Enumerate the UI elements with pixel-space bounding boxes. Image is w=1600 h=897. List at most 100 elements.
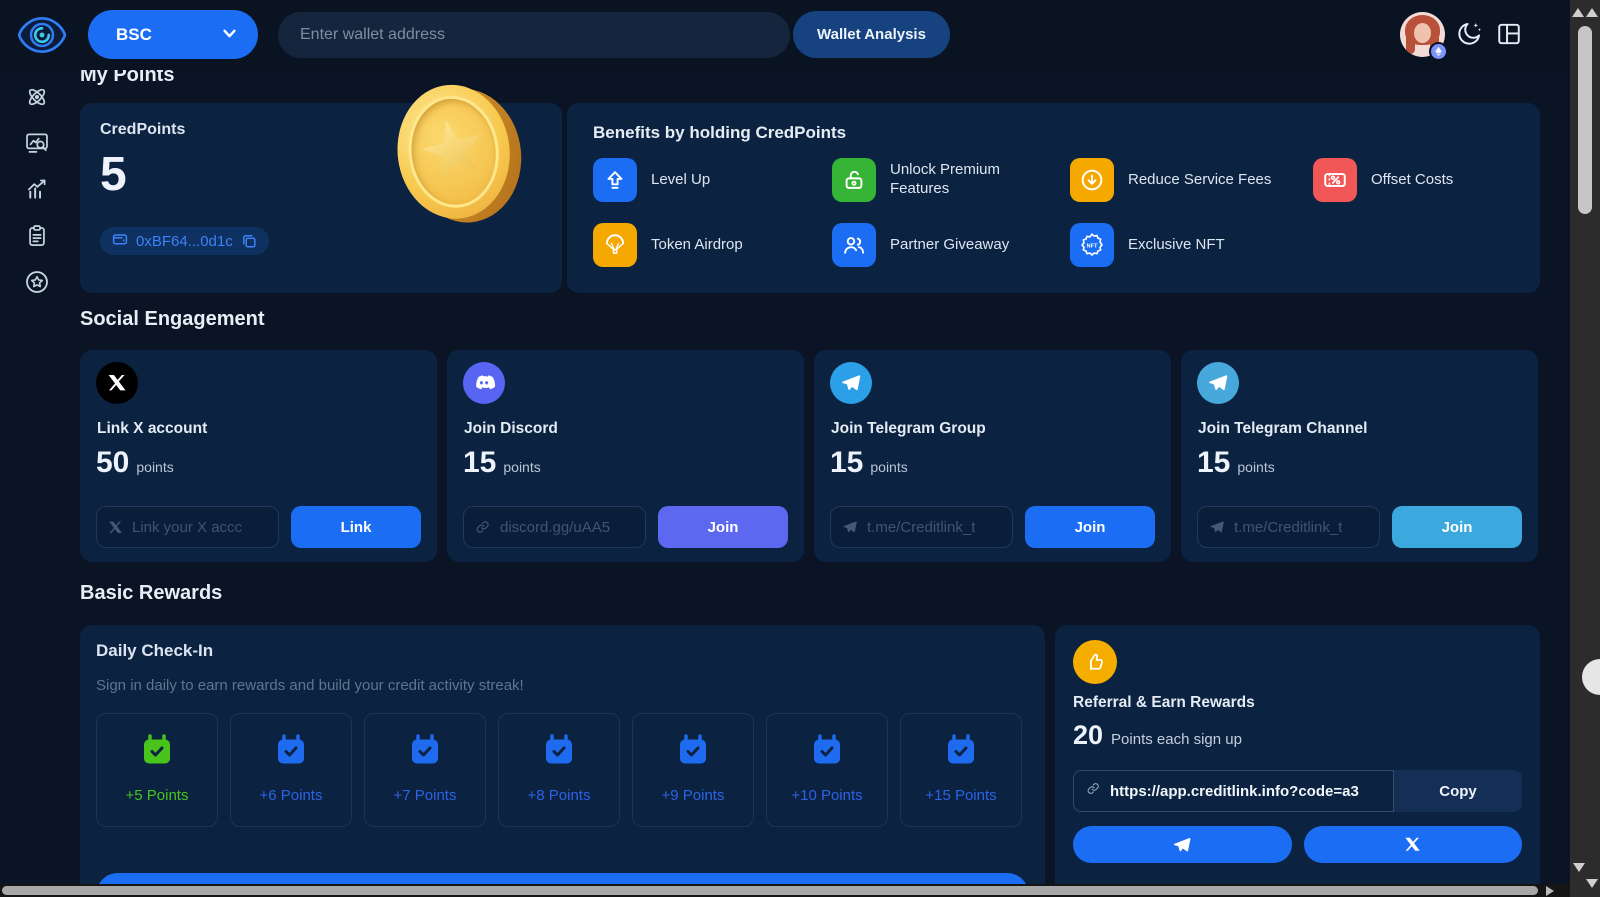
vertical-scroll-thumb[interactable] [1578, 26, 1592, 214]
social-card-telegram-channel: Join Telegram Channel 15 points t.me/Cre… [1181, 350, 1538, 562]
wallet-address-input[interactable] [278, 12, 790, 58]
layout-grid-icon [1496, 21, 1522, 47]
wallet-icon [112, 231, 128, 252]
basic-rewards-heading: Basic Rewards [80, 582, 222, 605]
benefit-reduce-fees: Reduce Service Fees [1070, 157, 1313, 203]
benefit-exclusive-nft: NFT Exclusive NFT [1070, 222, 1313, 268]
sidebar-item-reports[interactable] [24, 223, 50, 249]
calendar-check-icon [541, 733, 577, 774]
telegram-logo-icon [830, 362, 872, 404]
people-icon [832, 223, 876, 267]
topbar: BSC Wallet Analysis [0, 0, 1600, 70]
sidebar-item-points[interactable] [24, 269, 50, 295]
join-telegram-channel-button[interactable]: Join [1392, 506, 1522, 548]
credpoints-label: CredPoints [100, 121, 185, 139]
referral-title: Referral & Earn Rewards [1073, 694, 1255, 712]
credpoints-coin-image [391, 78, 531, 232]
calendar-check-icon [407, 733, 443, 774]
benefits-card: Benefits by holding CredPoints Level Up … [567, 103, 1540, 293]
benefit-unlock-premium: Unlock Premium Features [832, 157, 1070, 203]
social-card-telegram-group: Join Telegram Group 15 points t.me/Credi… [814, 350, 1171, 562]
telegram-plane-icon [1209, 519, 1225, 535]
join-telegram-group-button[interactable]: Join [1025, 506, 1155, 548]
referral-card: Referral & Earn Rewards 20 Points each s… [1055, 625, 1540, 897]
wallet-address-pill[interactable]: 0xBF64...0d1c [100, 227, 269, 255]
network-label: BSC [116, 25, 152, 45]
calendar-check-icon [809, 733, 845, 774]
benefits-grid: Level Up Unlock Premium Features Reduce … [593, 157, 1453, 268]
link-x-button[interactable]: Link [291, 506, 421, 548]
checkin-tile-day7[interactable]: +15 Points [900, 713, 1022, 827]
benefit-level-up: Level Up [593, 157, 832, 203]
link-chain-icon [475, 519, 491, 535]
social-card-discord: Join Discord 15 points discord.gg/uAA5 J… [447, 350, 804, 562]
checkin-tile-day1[interactable]: +5 Points [96, 713, 218, 827]
telegram-logo-icon [1197, 362, 1239, 404]
telegram-channel-link-input[interactable]: t.me/Creditlink_t [1197, 506, 1380, 548]
scroll-down-arrow-icon[interactable] [1586, 879, 1598, 888]
thumbs-up-icon [1073, 640, 1117, 684]
social-card-points: 15 points [830, 446, 908, 480]
sidebar-item-trends[interactable] [24, 176, 50, 202]
circle-arrow-down-icon [1070, 158, 1114, 202]
referral-points: 20 Points each sign up [1073, 720, 1242, 751]
benefit-partner-giveaway: Partner Giveaway [832, 222, 1070, 268]
x-logo-icon [108, 520, 123, 535]
vertical-scrollbar[interactable] [1570, 0, 1600, 897]
screen-analysis-icon [24, 130, 50, 156]
sidebar-item-analysis[interactable] [24, 130, 50, 156]
wallet-analysis-button[interactable]: Wallet Analysis [793, 11, 950, 58]
network-select-button[interactable]: BSC [88, 10, 258, 59]
parachute-icon [593, 223, 637, 267]
avatar[interactable] [1400, 12, 1445, 57]
checkin-tile-day4[interactable]: +8 Points [498, 713, 620, 827]
x-account-input[interactable]: Link your X accc [96, 506, 279, 548]
checkin-tile-day6[interactable]: +10 Points [766, 713, 888, 827]
wallet-address-text: 0xBF64...0d1c [136, 233, 233, 250]
telegram-group-link-input[interactable]: t.me/Creditlink_t [830, 506, 1013, 548]
social-card-title: Join Telegram Channel [1198, 420, 1367, 438]
apps-layout-button[interactable] [1495, 21, 1523, 49]
join-discord-button[interactable]: Join [658, 506, 788, 548]
chart-growth-icon [24, 176, 50, 202]
referral-link-row: https://app.creditlink.info?code=a3 Copy [1073, 770, 1522, 812]
calendar-check-icon [273, 733, 309, 774]
scroll-right-arrow-icon[interactable] [1546, 886, 1554, 896]
discord-link-input[interactable]: discord.gg/uAA5 [463, 506, 646, 548]
copy-referral-button[interactable]: Copy [1394, 770, 1522, 812]
benefit-offset-costs: Offset Costs [1313, 157, 1453, 203]
copy-address-button[interactable] [241, 233, 257, 249]
social-card-x: Link X account 50 points Link your X acc… [80, 350, 437, 562]
social-heading: Social Engagement [80, 308, 265, 331]
scroll-up-arrow-icon[interactable] [1586, 8, 1598, 17]
dark-mode-toggle[interactable] [1454, 20, 1484, 50]
atom-icon [24, 84, 50, 110]
scroll-up-arrow-icon[interactable] [1572, 8, 1584, 17]
share-telegram-button[interactable] [1073, 826, 1292, 863]
social-card-title: Join Telegram Group [831, 420, 986, 438]
moon-icon [1455, 20, 1483, 48]
creditlink-logo-icon[interactable] [18, 11, 66, 59]
daily-checkin-subtitle: Sign in daily to earn rewards and build … [96, 677, 524, 694]
nft-badge-icon: NFT [1070, 223, 1114, 267]
benefits-title: Benefits by holding CredPoints [593, 123, 846, 143]
horizontal-scroll-thumb[interactable] [2, 886, 1538, 895]
credpoints-value: 5 [100, 149, 127, 202]
discord-logo-icon [463, 362, 505, 404]
social-card-points: 15 points [463, 446, 541, 480]
arrow-up-icon [593, 158, 637, 202]
star-circle-icon [24, 269, 50, 295]
share-x-button[interactable] [1304, 826, 1523, 863]
checkin-tile-day5[interactable]: +9 Points [632, 713, 754, 827]
link-chain-icon [1086, 781, 1101, 801]
sidebar-item-dashboard[interactable] [24, 84, 50, 110]
checkin-tile-day3[interactable]: +7 Points [364, 713, 486, 827]
referral-link-url: https://app.creditlink.info?code=a3 [1110, 783, 1359, 800]
calendar-check-icon [675, 733, 711, 774]
horizontal-scrollbar[interactable] [0, 884, 1570, 897]
scroll-down-arrow-icon[interactable] [1573, 863, 1585, 872]
checkin-tile-day2[interactable]: +6 Points [230, 713, 352, 827]
x-logo-icon [96, 362, 138, 404]
referral-share-row [1073, 826, 1522, 863]
referral-link-box[interactable]: https://app.creditlink.info?code=a3 [1073, 770, 1394, 812]
